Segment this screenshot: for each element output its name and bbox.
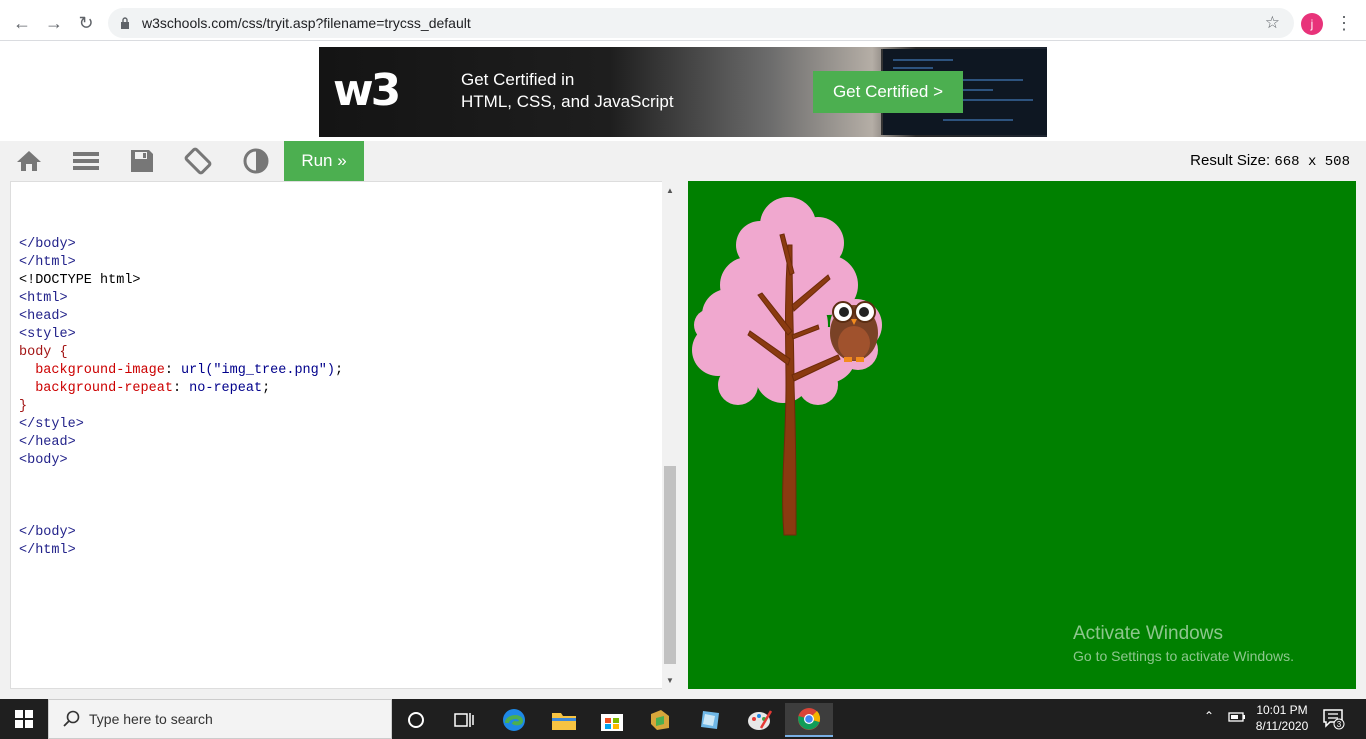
activate-windows-subtitle: Go to Settings to activate Windows. [1073, 648, 1294, 664]
code-token: </body> [19, 237, 76, 252]
code-token: <html> [19, 291, 68, 306]
paint-icon[interactable] [736, 703, 784, 737]
lock-icon [121, 17, 129, 29]
code-token: </html> [19, 255, 76, 270]
file-explorer-icon[interactable] [540, 703, 588, 737]
code-token: background-image [35, 363, 165, 378]
tray-date: 8/11/2020 [1255, 719, 1309, 733]
code-token: : [172, 381, 190, 396]
browser-toolbar: ← → ↻ w3schools.com/css/tryit.asp?filena… [0, 5, 1366, 41]
code-line[interactable]: <head> [19, 308, 343, 326]
activate-windows-title: Activate Windows [1073, 623, 1223, 644]
code-line[interactable]: <body> [19, 452, 343, 470]
code-token: <!DOCTYPE html> [19, 273, 141, 288]
code-line[interactable] [19, 488, 343, 506]
code-token: background-repeat [35, 381, 173, 396]
code-line[interactable]: </head> [19, 434, 343, 452]
task-view-icon[interactable] [440, 703, 488, 737]
code-line[interactable]: </body> [19, 236, 343, 254]
code-token: ; [262, 381, 271, 396]
code-content[interactable]: </body> </html> <!DOCTYPE html> <html> <head… [19, 236, 343, 560]
home-icon[interactable] [15, 148, 43, 174]
code-line[interactable]: <style> [19, 326, 343, 344]
code-token: <head> [19, 309, 68, 324]
w3-logo: w3 [333, 65, 401, 116]
tryit-toolbar: Run » Result Size: 668 x 508 [0, 141, 1366, 181]
contrast-icon[interactable] [242, 148, 270, 174]
code-token: <body> [19, 453, 68, 468]
code-line[interactable]: </style> [19, 416, 343, 434]
rotate-icon[interactable] [184, 147, 212, 175]
code-token: <style> [19, 327, 76, 342]
app-icon-2[interactable] [686, 703, 734, 737]
search-placeholder: Type here to search [89, 711, 213, 727]
ad-line-1: Get Certified in [461, 70, 575, 89]
cortana-icon[interactable] [392, 703, 440, 737]
code-line[interactable]: background-image: url("img_tree.png"); [19, 362, 343, 380]
code-line[interactable]: body { [19, 344, 343, 362]
back-icon[interactable]: ← [10, 11, 34, 35]
scroll-down-icon[interactable]: ▼ [662, 673, 678, 687]
notification-count: 3 [1337, 720, 1342, 729]
windows-taskbar: Type here to search ⌃ 10:01 PM 8/11/2020… [0, 699, 1366, 739]
result-size-value: 668 x 508 [1274, 154, 1350, 170]
chrome-icon[interactable] [785, 703, 833, 737]
save-icon[interactable] [128, 148, 156, 174]
code-line[interactable]: <html> [19, 290, 343, 308]
code-line[interactable] [19, 506, 343, 524]
result-frame[interactable]: Activate Windows Go to Settings to activ… [688, 181, 1356, 689]
address-bar[interactable]: w3schools.com/css/tryit.asp?filename=try… [108, 8, 1294, 38]
taskbar-search-box[interactable]: Type here to search [48, 699, 392, 739]
windows-start-icon[interactable] [0, 699, 48, 739]
search-icon [63, 710, 80, 727]
ad-line-2: HTML, CSS, and JavaScript [461, 92, 674, 111]
code-token: url("img_tree.png") [181, 363, 335, 378]
notification-icon[interactable]: 3 [1322, 708, 1346, 730]
get-certified-button[interactable]: Get Certified > [813, 71, 963, 113]
code-line[interactable]: <!DOCTYPE html> [19, 272, 343, 290]
url-text[interactable]: w3schools.com/css/tryit.asp?filename=try… [142, 15, 471, 31]
code-token: </html> [19, 543, 76, 558]
result-size: Result Size: 668 x 508 [1190, 152, 1350, 170]
tray-clock[interactable]: 10:01 PM 8/11/2020 [1252, 702, 1312, 734]
scrollbar-thumb[interactable] [664, 466, 676, 664]
code-line[interactable]: </html> [19, 542, 343, 560]
code-token: no-repeat [189, 381, 263, 396]
code-line[interactable]: </html> [19, 254, 343, 272]
browser-menu-icon[interactable]: ⋮ [1335, 11, 1353, 35]
scroll-up-icon[interactable]: ▲ [662, 183, 678, 197]
tree-with-owl-image [692, 197, 882, 536]
forward-icon[interactable]: → [42, 11, 66, 35]
code-line[interactable]: background-repeat: no-repeat; [19, 380, 343, 398]
code-token: </style> [19, 417, 84, 432]
menu-icon[interactable] [72, 148, 100, 174]
ad-text: Get Certified in HTML, CSS, and JavaScri… [461, 69, 674, 113]
app-icon[interactable] [636, 703, 684, 737]
code-line[interactable] [19, 470, 343, 488]
code-token: </body> [19, 525, 76, 540]
reload-icon[interactable]: ↻ [74, 11, 98, 35]
tray-chevron-up-icon[interactable]: ⌃ [1204, 709, 1214, 723]
tray-time: 10:01 PM [1256, 703, 1308, 717]
code-token: ; [334, 363, 344, 378]
battery-icon[interactable] [1228, 711, 1246, 723]
editor-scrollbar[interactable]: ▲ ▼ [662, 181, 678, 689]
result-size-label: Result Size: [1190, 152, 1271, 169]
profile-avatar[interactable]: j [1301, 13, 1323, 35]
code-line[interactable]: </body> [19, 524, 343, 542]
code-token: </head> [19, 435, 76, 450]
ad-banner[interactable]: w3 Get Certified in HTML, CSS, and JavaS… [319, 47, 1047, 137]
store-icon[interactable] [588, 703, 636, 737]
code-line[interactable]: } [19, 398, 343, 416]
bookmark-star-icon[interactable]: ☆ [1265, 13, 1280, 33]
code-token: : [164, 363, 182, 378]
edge-icon[interactable] [490, 703, 538, 737]
code-token: } [19, 399, 28, 414]
code-editor[interactable]: </body> </html> <!DOCTYPE html> <html> <head… [10, 181, 678, 689]
code-token: body { [19, 345, 68, 360]
run-button[interactable]: Run » [284, 141, 364, 181]
